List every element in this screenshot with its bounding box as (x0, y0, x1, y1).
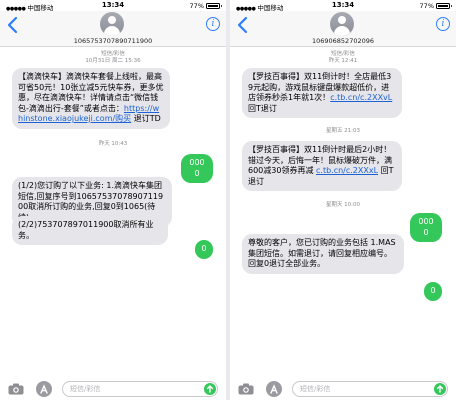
incoming-message: 尊敬的客户，您已订购的业务包括 1.MAS集团短信。如需退订，请回复相应编号。回… (242, 234, 404, 274)
timestamp: 短信/彩信 昨天 12:41 (328, 51, 358, 64)
incoming-message: (2/2)753707897011900取消所有业务。 (12, 216, 168, 245)
conversation-header: 1065753707890711900 i (0, 11, 226, 47)
info-icon[interactable]: i (206, 17, 220, 31)
message-link[interactable]: c.tb.cn/c.2XXxL (316, 166, 378, 175)
incoming-message: 【罗技百事得】双11倒计时最后2小时！错过今天，后悔一年！鼠标爆破万件，满600… (242, 141, 402, 191)
battery-percent: 77% (189, 2, 204, 10)
outgoing-message: 0 (424, 282, 442, 301)
info-icon[interactable]: i (436, 17, 450, 31)
status-bar: ●●●●● 中国移动 13:34 77% (230, 0, 456, 12)
outgoing-message: 0000 (181, 154, 213, 183)
message-composer: 短信/彩信 (230, 378, 456, 400)
outgoing-message: 0000 (410, 213, 442, 242)
back-chevron-icon[interactable] (6, 16, 20, 34)
app-store-icon[interactable] (36, 381, 52, 397)
send-arrow-icon[interactable] (434, 383, 446, 395)
camera-icon[interactable] (238, 383, 254, 395)
incoming-message: 【滴滴快车】滴滴快车套餐上线啦，最高可省50元！10张立减5元快车券，更多优惠，… (12, 68, 170, 129)
timestamp: 星期五 21:03 (325, 128, 361, 134)
message-input[interactable]: 短信/彩信 (62, 381, 218, 397)
message-link[interactable]: c.tb.cn/c.2XXvL (330, 93, 392, 102)
contact-avatar-icon[interactable] (330, 12, 354, 36)
timestamp: 昨天 10:43 (98, 141, 128, 147)
camera-icon[interactable] (8, 383, 24, 395)
status-bar: ●●●●● 中国移动 13:34 77% (0, 0, 226, 12)
app-store-icon[interactable] (266, 381, 282, 397)
battery-icon (206, 3, 222, 9)
timestamp: 短信/彩信 10月31日 周二 15:36 (85, 51, 141, 64)
battery-icon (436, 3, 452, 9)
back-chevron-icon[interactable] (236, 16, 250, 34)
battery-percent: 77% (419, 2, 434, 10)
outgoing-message: 0 (195, 240, 213, 259)
right-conversation-screen: ●●●●● 中国移动 13:34 77% 106906852702096 i 短信… (230, 0, 456, 400)
message-composer: 短信/彩信 (0, 378, 226, 400)
timestamp: 星期天 10:00 (325, 202, 361, 208)
conversation-header: 106906852702096 i (230, 11, 456, 47)
contact-number[interactable]: 106906852702096 (230, 37, 456, 45)
contact-avatar-icon[interactable] (100, 12, 124, 36)
send-arrow-icon[interactable] (204, 383, 216, 395)
message-input[interactable]: 短信/彩信 (292, 381, 448, 397)
contact-number[interactable]: 1065753707890711900 (0, 37, 226, 45)
incoming-message: 【罗技百事得】双11倒计时！全店最低39元起购，游戏鼠标键盘爆款超低价，进店领券… (242, 68, 402, 118)
left-conversation-screen: ●●●●● 中国移动 13:34 77% 1065753707890711900 … (0, 0, 226, 400)
